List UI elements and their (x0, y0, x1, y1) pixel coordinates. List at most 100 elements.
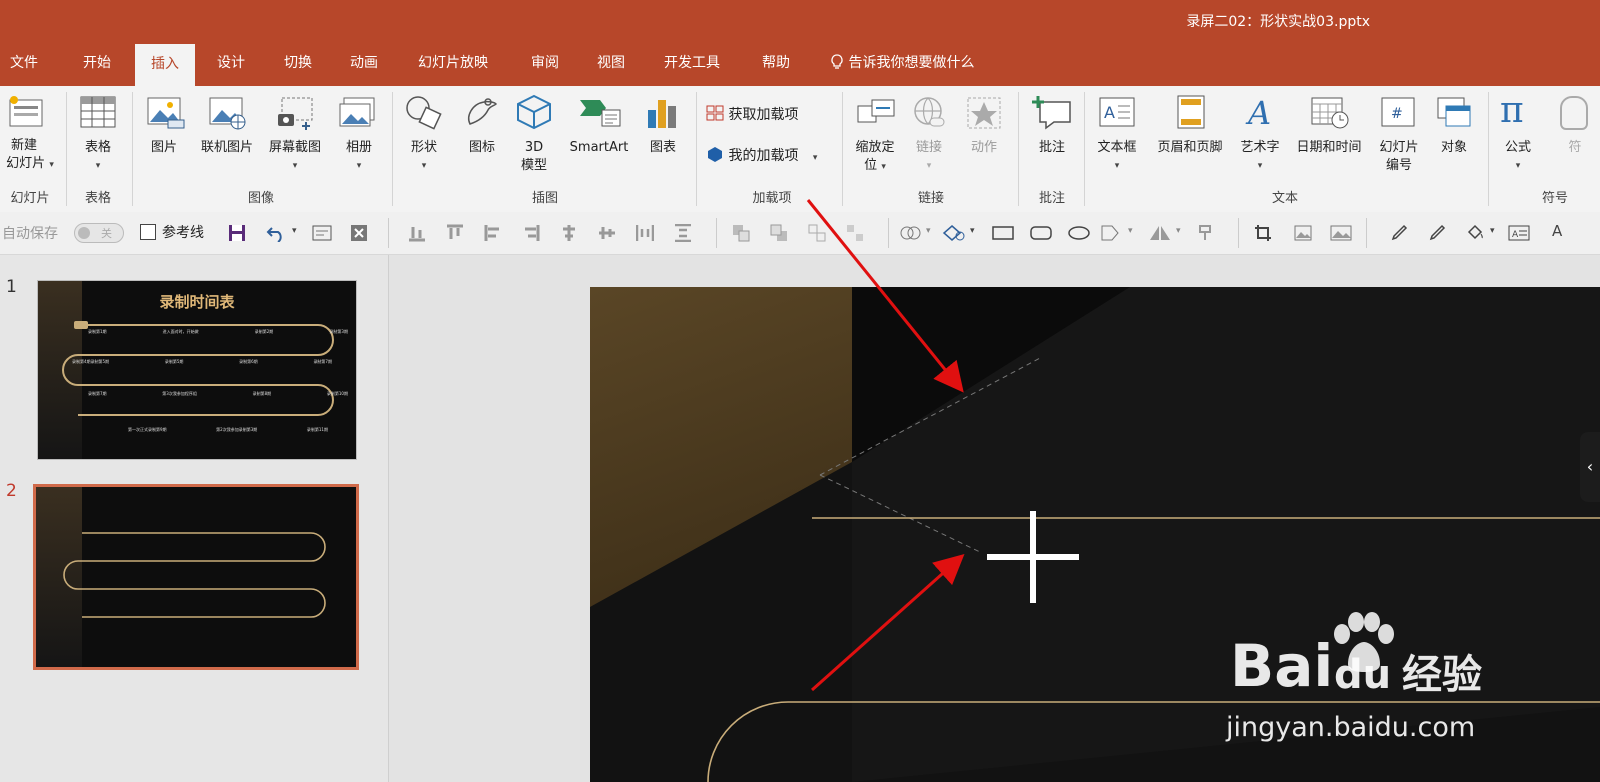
svg-text:A: A (1512, 230, 1519, 240)
tab-insert[interactable]: 插入 (135, 44, 195, 86)
3d-model-label-1: 3D (524, 140, 544, 155)
quick-access-toolbar: 自动保存 关 参考线 ▾ ▾ ▾ ▾ ▾ ▾ A A (0, 212, 1600, 255)
distribute-vertical-icon[interactable] (674, 224, 692, 242)
rectangle-icon[interactable] (992, 224, 1014, 242)
insert-image-icon[interactable] (1294, 224, 1312, 242)
group-separator (392, 92, 393, 206)
autosave-state: 关 (101, 227, 112, 240)
font-color-icon[interactable]: A (1552, 222, 1562, 240)
undo-caret[interactable]: ▾ (292, 226, 297, 236)
toggle-knob (78, 227, 90, 239)
slideshow-icon[interactable] (312, 224, 332, 242)
timeline-item: 第一次正式录制第9期 (128, 427, 167, 432)
send-backward-icon[interactable] (770, 224, 788, 242)
timeline-row: 录制第7期 第3次我参加程序组 录制第8期 录制第10期 (88, 391, 348, 405)
timeline-item: 录制第7期 (313, 359, 332, 364)
rounded-rectangle-icon[interactable] (1030, 224, 1052, 242)
zoom-label-2: 位 ▾ (864, 158, 886, 173)
textbox-label: 文本框 (1097, 140, 1137, 155)
header-footer-label: 页眉和页脚 (1157, 140, 1223, 155)
collapse-pane-handle[interactable]: ‹ (1580, 432, 1600, 502)
eyedropper-icon[interactable] (1390, 224, 1408, 242)
align-top-icon[interactable] (446, 224, 464, 242)
object-icon (1437, 97, 1471, 127)
table-icon (80, 96, 116, 128)
timeline-item: 录制第7期 (88, 391, 107, 396)
svg-text:A: A (1245, 94, 1271, 130)
slide-number: 1 (6, 277, 17, 297)
tab-slideshow[interactable]: 幻灯片放映 (418, 52, 488, 86)
new-slide-label-1: 新建 (10, 138, 37, 153)
merge-shapes-icon[interactable] (900, 224, 922, 242)
tab-view[interactable]: 视图 (597, 52, 625, 86)
album-label: 相册 (345, 140, 372, 155)
tab-developer[interactable]: 开发工具 (664, 52, 720, 86)
shape-style-icon[interactable] (1100, 224, 1124, 242)
toolbar-separator (1238, 218, 1239, 248)
fill-bucket-icon[interactable] (1466, 224, 1484, 242)
crop-icon[interactable] (1254, 224, 1272, 242)
tell-me-text: 告诉我你想要做什么 (848, 55, 975, 71)
eyedropper-outline-icon[interactable] (1428, 224, 1446, 242)
fill-caret[interactable]: ▾ (1490, 226, 1495, 236)
tell-me-box[interactable]: 告诉我你想要做什么 (830, 52, 974, 86)
timeline-item: 第3次我参加程序组 (162, 391, 197, 396)
ribbon: 新建 幻灯片 ▾ 幻灯片 表格 ▾ 表格 图片 联机图片 屏幕截图 ▾ 相册 ▾… (0, 86, 1600, 213)
get-addins-button[interactable]: 获取加载项 (706, 104, 798, 124)
tab-help[interactable]: 帮助 (762, 52, 790, 86)
tab-animations[interactable]: 动画 (350, 52, 378, 86)
image-landscape-icon[interactable] (1330, 224, 1352, 242)
screenshot-icon (278, 97, 313, 130)
shape-style-caret[interactable]: ▾ (1128, 226, 1133, 236)
my-addins-button[interactable]: 我的加载项 ▾ (706, 145, 817, 165)
guides-label: 参考线 (162, 225, 204, 241)
slide-thumbnail-2-selected[interactable] (33, 484, 359, 670)
timeline-item: 进入面对时，开始做 (162, 329, 199, 334)
guides-checkbox[interactable] (140, 224, 156, 240)
toolbar-separator (1366, 218, 1367, 248)
shapes-icon (406, 96, 442, 130)
align-middle-icon[interactable] (598, 224, 616, 242)
title-bar: 录屏二02：形状实战03.pptx (0, 0, 1600, 42)
oval-icon[interactable] (1068, 224, 1090, 242)
slide-thumbnail-panel: 1 录制时间表 录制第1期 进入面对时，开始做 录制第2期 录制第3期 录制第4期录制… (0, 255, 389, 782)
tab-transitions[interactable]: 切换 (284, 52, 312, 86)
album-caret: ▾ (356, 161, 362, 171)
window-title: 录屏二02：形状实战03.pptx (1186, 14, 1370, 30)
close-box-icon[interactable] (350, 224, 368, 242)
autosave-toggle[interactable]: 关 (74, 223, 124, 243)
tab-home[interactable]: 开始 (83, 52, 111, 86)
edit-shape-icon[interactable] (942, 224, 966, 242)
smartart-label: SmartArt (569, 140, 629, 155)
text-align-icon[interactable]: A (1508, 224, 1530, 242)
table-label: 表格 (84, 140, 111, 155)
ungroup-icon[interactable] (846, 224, 864, 242)
edit-shape-caret[interactable]: ▾ (970, 226, 975, 236)
slide1-title: 录制时间表 (159, 293, 235, 311)
object-label: 对象 (1440, 140, 1467, 155)
flip-caret[interactable]: ▾ (1176, 226, 1181, 236)
tab-design[interactable]: 设计 (217, 52, 245, 86)
datetime-label: 日期和时间 (1296, 140, 1362, 155)
group-icon[interactable] (808, 224, 826, 242)
format-painter-icon[interactable] (1196, 224, 1220, 242)
tab-file[interactable]: 文件 (10, 52, 38, 86)
slide-thumbnail-1[interactable]: 录制时间表 录制第1期 进入面对时，开始做 录制第2期 录制第3期 录制第4期录制第5… (37, 280, 357, 460)
bring-forward-icon[interactable] (732, 224, 750, 242)
align-bottom-icon[interactable] (408, 224, 426, 242)
comment-label: 批注 (1038, 140, 1065, 155)
tab-review[interactable]: 审阅 (531, 52, 559, 86)
wordart-label: 艺术字 (1240, 140, 1280, 155)
group-label-slides: 幻灯片 (10, 191, 50, 206)
save-icon[interactable] (228, 224, 246, 242)
align-left-icon[interactable] (484, 224, 502, 242)
merge-caret[interactable]: ▾ (926, 226, 931, 236)
undo-icon[interactable] (266, 224, 288, 242)
flip-icon[interactable] (1148, 224, 1172, 242)
distribute-horizontal-icon[interactable] (636, 224, 654, 242)
align-center-icon[interactable] (560, 224, 578, 242)
picture-icon (147, 97, 185, 129)
baidu-watermark: Bai du 经验 jingyan.baidu.com (1226, 612, 1520, 762)
align-right-icon[interactable] (522, 224, 540, 242)
online-picture-icon (209, 97, 246, 130)
